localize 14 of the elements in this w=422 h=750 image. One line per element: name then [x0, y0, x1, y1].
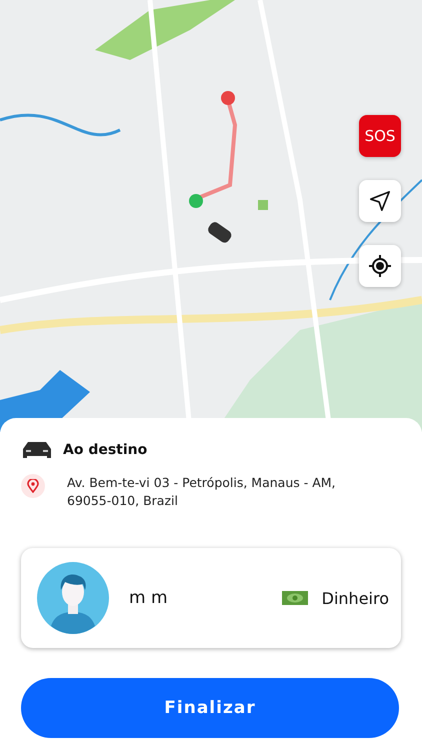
- payment-method: Dinheiro: [322, 588, 389, 608]
- locate-button[interactable]: [359, 245, 401, 287]
- passenger-name: m m: [129, 588, 169, 608]
- sos-button[interactable]: SOS: [359, 115, 401, 157]
- navigate-button[interactable]: [359, 180, 401, 222]
- trip-status: Ao destino: [63, 442, 148, 458]
- location-pin-icon: [21, 474, 45, 498]
- cash-icon: [282, 591, 308, 605]
- finish-button[interactable]: Finalizar: [21, 678, 399, 738]
- location-target-icon: [368, 254, 392, 278]
- car-icon: [21, 440, 53, 460]
- destination-address: Av. Bem-te-vi 03 - Petrópolis, Manaus - AM, 69055-010, Brazil: [67, 474, 337, 510]
- avatar-icon: [37, 562, 109, 634]
- send-arrow-icon: [369, 190, 391, 212]
